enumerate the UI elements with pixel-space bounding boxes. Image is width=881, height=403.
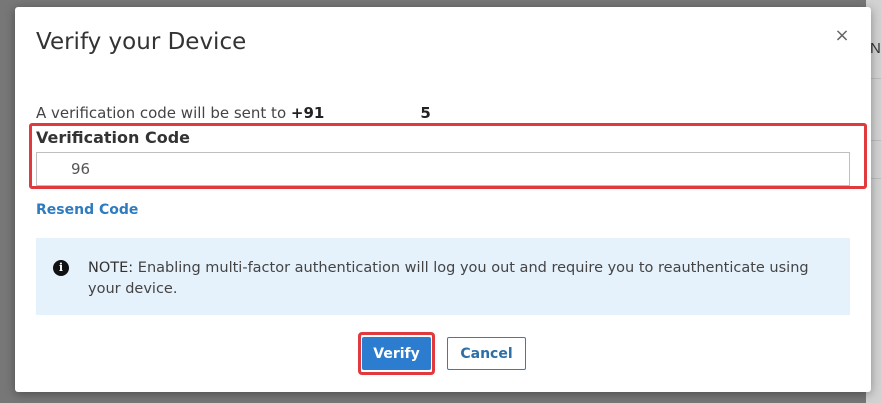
note-label: NOTE: xyxy=(88,260,134,276)
cancel-button[interactable]: Cancel xyxy=(447,337,526,370)
verification-code-label: Verification Code xyxy=(36,128,190,147)
dialog-title: Verify your Device xyxy=(36,29,247,55)
verify-device-dialog: Verify your Device × A verification code… xyxy=(15,7,871,392)
background-text-fragment: N xyxy=(870,40,881,57)
info-prefix: A verification code will be sent to xyxy=(36,104,287,122)
close-icon[interactable]: × xyxy=(832,25,852,47)
verification-info: A verification code will be sent to +91 5 xyxy=(36,104,431,122)
verify-button[interactable]: Verify xyxy=(362,337,431,370)
note-text: NOTE: Enabling multi-factor authenticati… xyxy=(88,258,828,300)
note-body: Enabling multi-factor authentication wil… xyxy=(88,260,809,297)
note-box: i NOTE: Enabling multi-factor authentica… xyxy=(36,238,850,315)
info-icon: i xyxy=(53,260,69,276)
resend-code-link[interactable]: Resend Code xyxy=(36,202,138,218)
phone-suffix: 5 xyxy=(420,104,431,122)
verification-code-input[interactable] xyxy=(36,152,850,186)
phone-prefix: +91 xyxy=(290,104,325,122)
